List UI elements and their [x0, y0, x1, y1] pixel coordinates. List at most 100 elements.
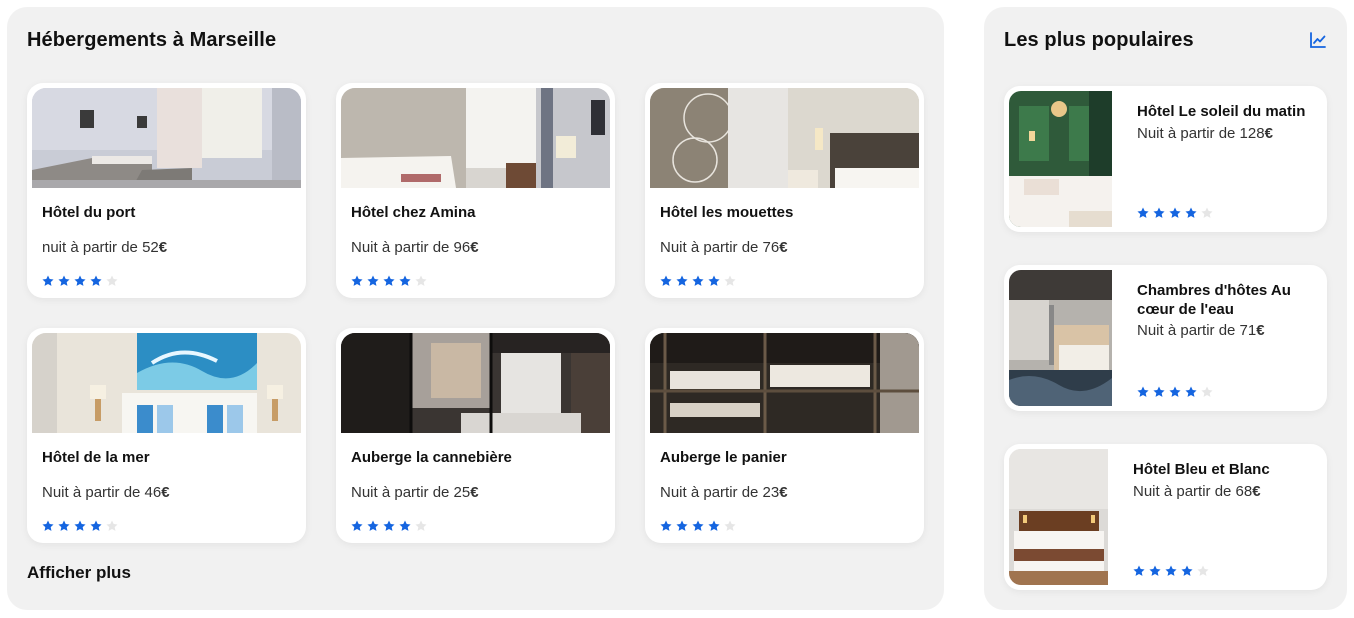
- price-prefix: nuit à partir de: [42, 239, 143, 256]
- hotel-card[interactable]: Auberge le panier Nuit à partir de 23€: [645, 328, 924, 543]
- star-rating: [350, 274, 428, 288]
- popular-hotel-card[interactable]: Chambres d'hôtes Au cœur de l'eau Nuit à…: [1004, 265, 1327, 411]
- star-empty-icon: [1197, 565, 1209, 576]
- star-filled-icon: [692, 520, 704, 531]
- hotel-price: Nuit à partir de 68€: [1133, 483, 1261, 500]
- star-filled-icon: [74, 520, 86, 531]
- price-prefix: Nuit à partir de: [660, 484, 763, 501]
- star-filled-icon: [1169, 207, 1181, 218]
- currency: €: [470, 239, 479, 256]
- star-rating: [41, 519, 119, 533]
- popular-hotel-card[interactable]: Hôtel Le soleil du matin Nuit à partir d…: [1004, 86, 1327, 232]
- price-value: 96: [453, 239, 471, 256]
- price-value: 46: [144, 484, 162, 501]
- price-prefix: Nuit à partir de: [351, 484, 454, 501]
- price-value: 68: [1235, 483, 1253, 500]
- show-more-link[interactable]: Afficher plus: [27, 563, 131, 583]
- price-value: 52: [142, 239, 159, 256]
- price-value: 23: [762, 484, 780, 501]
- hotel-photo: [1009, 91, 1112, 227]
- price-value: 76: [762, 239, 780, 256]
- price-value: 128: [1239, 125, 1265, 142]
- star-empty-icon: [106, 275, 118, 286]
- price-prefix: Nuit à partir de: [660, 239, 763, 256]
- hotel-name: Hôtel Le soleil du matin: [1137, 103, 1306, 120]
- hotel-photo: [32, 88, 301, 188]
- hotel-photo: [341, 333, 610, 433]
- star-filled-icon: [676, 275, 688, 286]
- star-filled-icon: [399, 275, 411, 286]
- hotel-name: Hôtel de la mer: [42, 449, 150, 466]
- star-filled-icon: [74, 275, 86, 286]
- hotel-price: Nuit à partir de 76€: [660, 239, 788, 256]
- price-prefix: Nuit à partir de: [1133, 483, 1236, 500]
- currency: €: [161, 484, 170, 501]
- star-rating: [659, 519, 737, 533]
- star-rating: [1136, 206, 1214, 220]
- hotel-price: Nuit à partir de 96€: [351, 239, 479, 256]
- hotel-card[interactable]: Hôtel chez Amina Nuit à partir de 96€: [336, 83, 615, 298]
- hotel-card[interactable]: Auberge la cannebière Nuit à partir de 2…: [336, 328, 615, 543]
- star-empty-icon: [415, 275, 427, 286]
- star-filled-icon: [1165, 565, 1177, 576]
- hotel-price: nuit à partir de 52€: [42, 239, 167, 256]
- hotel-card[interactable]: Hôtel les mouettes Nuit à partir de 76€: [645, 83, 924, 298]
- price-value: 25: [453, 484, 471, 501]
- hotel-photo: [1009, 449, 1108, 585]
- hotel-photo: [341, 88, 610, 188]
- star-filled-icon: [1137, 207, 1149, 218]
- hotel-name: Hôtel Bleu et Blanc: [1133, 461, 1270, 478]
- chart-line-icon[interactable]: [1309, 31, 1327, 49]
- star-filled-icon: [42, 520, 54, 531]
- star-filled-icon: [676, 520, 688, 531]
- star-rating: [350, 519, 428, 533]
- hotel-name: Hôtel les mouettes: [660, 204, 794, 221]
- hotel-price: Nuit à partir de 71€: [1137, 322, 1265, 339]
- hotel-card[interactable]: Hôtel du port nuit à partir de 52€: [27, 83, 306, 298]
- star-filled-icon: [708, 520, 720, 531]
- star-filled-icon: [1153, 386, 1165, 397]
- currency: €: [1256, 322, 1265, 339]
- popular-panel: Les plus populaires Hôtel Le soleil du m…: [984, 7, 1347, 610]
- price-value: 71: [1239, 322, 1257, 339]
- hotel-photo: [32, 333, 301, 433]
- hotel-photo: [650, 88, 919, 188]
- star-rating: [1132, 564, 1210, 578]
- star-filled-icon: [383, 520, 395, 531]
- hotel-name: Auberge le panier: [660, 449, 787, 466]
- currency: €: [779, 239, 788, 256]
- star-filled-icon: [1137, 386, 1149, 397]
- star-filled-icon: [1149, 565, 1161, 576]
- star-filled-icon: [351, 275, 363, 286]
- hotel-price: Nuit à partir de 23€: [660, 484, 788, 501]
- star-filled-icon: [383, 275, 395, 286]
- star-empty-icon: [106, 520, 118, 531]
- star-filled-icon: [1185, 386, 1197, 397]
- hotel-name: Auberge la cannebière: [351, 449, 512, 466]
- star-filled-icon: [708, 275, 720, 286]
- price-prefix: Nuit à partir de: [351, 239, 454, 256]
- star-filled-icon: [1185, 207, 1197, 218]
- popular-hotel-card[interactable]: Hôtel Bleu et Blanc Nuit à partir de 68€: [1004, 444, 1327, 590]
- currency: €: [779, 484, 788, 501]
- star-filled-icon: [1169, 386, 1181, 397]
- hotel-card[interactable]: Hôtel de la mer Nuit à partir de 46€: [27, 328, 306, 543]
- price-prefix: Nuit à partir de: [1137, 125, 1240, 142]
- star-empty-icon: [724, 275, 736, 286]
- star-filled-icon: [399, 520, 411, 531]
- star-filled-icon: [351, 520, 363, 531]
- star-filled-icon: [660, 520, 672, 531]
- currency: €: [158, 239, 168, 256]
- star-filled-icon: [367, 520, 379, 531]
- star-filled-icon: [1153, 207, 1165, 218]
- star-rating: [41, 274, 119, 288]
- accommodations-title: Hébergements à Marseille: [27, 29, 277, 51]
- star-filled-icon: [367, 275, 379, 286]
- star-filled-icon: [58, 520, 70, 531]
- currency: €: [1264, 125, 1273, 142]
- hotel-price: Nuit à partir de 128€: [1137, 125, 1273, 142]
- star-filled-icon: [42, 275, 54, 286]
- currency: €: [1252, 483, 1261, 500]
- star-empty-icon: [415, 520, 427, 531]
- star-rating: [659, 274, 737, 288]
